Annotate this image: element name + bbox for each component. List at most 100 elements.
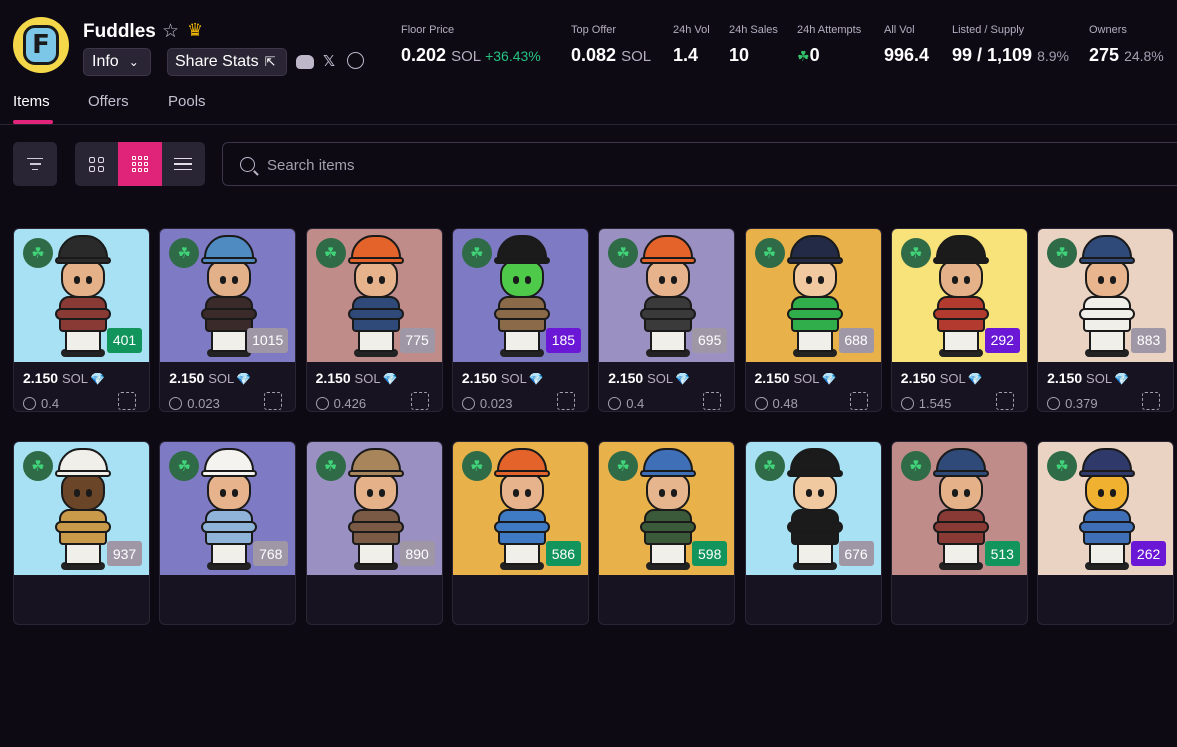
nft-image: ☘ 676 [745, 442, 881, 575]
rarity-rank-badge: 262 [1131, 541, 1167, 566]
gem-icon: 💎 [528, 371, 544, 386]
view-list-button[interactable] [162, 142, 205, 186]
info-label: Info [92, 53, 119, 70]
nft-image: ☘ 292 [891, 228, 1027, 362]
nft-image: ☘ 185 [452, 228, 588, 362]
gem-icon: 💎 [89, 371, 105, 386]
quick-view-icon[interactable] [995, 391, 1014, 410]
clover-icon: ☘ [169, 237, 200, 268]
filter-button[interactable] [13, 142, 57, 186]
quick-view-icon[interactable] [118, 391, 136, 410]
rarity-rank-badge: 185 [545, 327, 581, 353]
clover-icon: ☘ [23, 451, 53, 481]
nft-card[interactable]: ☘ 676 [744, 441, 882, 625]
globe-icon[interactable] [347, 52, 364, 69]
rarity-rank-badge: 768 [253, 541, 289, 566]
item-offer: 0.4 [23, 396, 59, 411]
nft-image: ☘ 695 [599, 228, 735, 362]
clover-icon: ☘ [608, 451, 639, 481]
external-link-icon: ⇱ [264, 54, 276, 69]
item-price: 2.150 SOL 💎 [461, 369, 544, 386]
nft-image: ☘ 586 [452, 442, 588, 575]
nft-card[interactable]: ☘ 890 [305, 441, 443, 625]
offer-icon [900, 396, 914, 410]
crown-icon: ♛ [187, 20, 204, 40]
share-stats-label: Share Stats [175, 53, 259, 70]
search-input[interactable] [267, 153, 667, 177]
view-mode-toggle [75, 142, 205, 186]
nft-card[interactable]: ☘ 768 [159, 441, 297, 625]
offer-icon [23, 396, 36, 410]
clover-icon: ☘ [315, 451, 346, 481]
nft-card[interactable]: ☘ 775 2.150 SOL 💎 0.426 [305, 227, 443, 412]
rarity-rank-badge: 688 [838, 327, 874, 353]
tab-bar: Items Offers Pools [0, 85, 1177, 125]
clover-icon: ☘ [461, 451, 492, 481]
chevron-down-icon: ⌄ [128, 55, 139, 69]
nft-card[interactable]: ☘ 586 [451, 441, 589, 625]
clover-icon: ☘ [900, 237, 931, 268]
quick-view-icon[interactable] [556, 391, 575, 410]
view-large-grid-button[interactable] [75, 142, 118, 186]
stat-top-offer: Top Offer 0.082 SOL [571, 24, 652, 65]
item-offer: 0.426 [315, 396, 366, 411]
small-grid-icon [131, 156, 148, 172]
stat-24h-vol: 24h Vol 1.4 [673, 24, 710, 65]
nft-card[interactable]: ☘ 688 2.150 SOL 💎 0.48 [744, 227, 882, 412]
rarity-rank-badge: 401 [107, 327, 142, 353]
nft-card[interactable]: ☘ 883 2.150 SOL 💎 0.379 [1037, 227, 1175, 412]
quick-view-icon[interactable] [849, 391, 868, 410]
rarity-rank-badge: 292 [984, 327, 1020, 353]
clover-icon: ☘ [797, 48, 810, 64]
nft-card[interactable]: ☘ 1015 2.150 SOL 💎 0.023 [159, 227, 297, 412]
offer-icon [754, 396, 768, 410]
gem-icon: 💎 [382, 371, 398, 386]
nft-image: ☘ 883 [1038, 228, 1174, 362]
nft-card[interactable]: ☘ 695 2.150 SOL 💎 0.4 [598, 227, 736, 412]
gem-icon: 💎 [821, 371, 837, 386]
nft-card[interactable]: ☘ 598 [598, 441, 736, 625]
stat-listed-supply: Listed / Supply 99 / 1,109 8.9% [952, 24, 1070, 65]
info-dropdown-button[interactable]: Info ⌄ [83, 48, 151, 76]
nft-image: ☘ 890 [306, 442, 442, 575]
quick-view-icon[interactable] [1142, 391, 1161, 410]
item-offer: 0.48 [754, 396, 798, 411]
item-price: 2.150 SOL 💎 [754, 369, 837, 386]
share-stats-button[interactable]: Share Stats ⇱ [167, 48, 287, 76]
tab-offers[interactable]: Offers [88, 93, 129, 110]
nft-image: ☘ 598 [599, 442, 735, 575]
nft-image: ☘ 513 [891, 442, 1027, 575]
offer-icon [1047, 396, 1061, 410]
nft-card[interactable]: ☘ 262 [1037, 441, 1175, 625]
stat-floor-price: Floor Price 0.202 SOL +36.43% [401, 24, 541, 65]
collection-header: F Fuddles ☆ ♛ Info ⌄ Share Stats ⇱ 𝕏 Flo… [0, 0, 1177, 80]
nft-card[interactable]: ☘ 937 [13, 441, 150, 625]
nft-card[interactable]: ☘ 292 2.150 SOL 💎 1.545 [890, 227, 1028, 412]
items-grid: ☘2130.538 SOL💎0.043☘5380.692 SOL1.49☘999… [0, 204, 1177, 747]
nft-image: ☘ 1015 [160, 228, 296, 362]
view-small-grid-button[interactable] [118, 142, 162, 186]
x-icon[interactable]: 𝕏 [323, 52, 335, 70]
item-offer: 0.023 [169, 396, 220, 411]
item-offer: 0.023 [461, 396, 512, 411]
clover-icon: ☘ [754, 451, 785, 481]
clover-icon: ☘ [900, 451, 931, 481]
offer-icon [169, 396, 183, 410]
nft-card[interactable]: ☘ 185 2.150 SOL 💎 0.023 [451, 227, 589, 412]
discord-icon[interactable] [296, 55, 314, 69]
logo-letter: F [23, 25, 59, 65]
rarity-rank-badge: 1015 [247, 327, 289, 353]
quick-view-icon[interactable] [410, 391, 429, 410]
nft-image: ☘ 401 [14, 228, 149, 362]
star-icon[interactable]: ☆ [162, 20, 179, 43]
item-price: 2.150 SOL 💎 [1047, 369, 1129, 386]
quick-view-icon[interactable] [264, 391, 283, 410]
tab-pools[interactable]: Pools [168, 93, 206, 110]
nft-card[interactable]: ☘ 401 2.150 SOL 💎 0.4 [13, 227, 150, 412]
nft-card[interactable]: ☘ 513 [890, 441, 1028, 625]
item-price: 2.150 SOL 💎 [23, 369, 105, 386]
tab-items[interactable]: Items [13, 93, 50, 110]
item-price: 2.150 SOL 💎 [900, 369, 983, 386]
rarity-rank-badge: 775 [399, 327, 435, 353]
quick-view-icon[interactable] [703, 391, 722, 410]
